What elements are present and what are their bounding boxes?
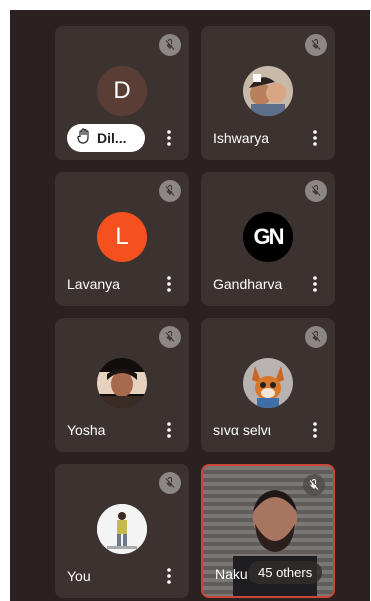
participant-tile[interactable]: sıvα selvι (201, 318, 335, 452)
participant-tile-self[interactable]: You (55, 464, 189, 598)
mic-off-icon (159, 472, 181, 494)
participant-name: You (67, 568, 91, 584)
meeting-screen: D Dil... Ishwarya L Lavanya GN Gandharva… (10, 10, 370, 601)
participant-name: Lavanya (67, 276, 120, 292)
participant-grid: D Dil... Ishwarya L Lavanya GN Gandharva… (55, 26, 335, 598)
mic-off-icon (303, 474, 325, 496)
participant-name: Dil... (97, 130, 127, 146)
more-vert-icon[interactable] (161, 420, 177, 440)
mic-off-icon (159, 34, 181, 56)
mic-off-icon (305, 34, 327, 56)
participant-tile[interactable]: GN Gandharva (201, 172, 335, 306)
avatar: L (97, 212, 147, 262)
avatar-photo (97, 358, 147, 408)
participant-name: Yosha (67, 422, 106, 438)
raised-hand-icon (77, 127, 91, 149)
participant-name: Naku (215, 566, 248, 582)
participant-tile[interactable]: Yosha (55, 318, 189, 452)
mic-off-icon (305, 326, 327, 348)
participant-name: Ishwarya (213, 130, 270, 146)
mic-off-icon (159, 180, 181, 202)
more-vert-icon[interactable] (161, 274, 177, 294)
more-vert-icon[interactable] (307, 128, 323, 148)
raised-hand-badge: Dil... (67, 124, 145, 152)
avatar-photo (97, 504, 147, 554)
participant-tile[interactable]: Ishwarya (201, 26, 335, 160)
more-vert-icon[interactable] (161, 128, 177, 148)
avatar-initial: L (115, 223, 129, 250)
participant-name: Gandharva (213, 276, 283, 292)
avatar-initial: D (113, 77, 131, 104)
participant-tile[interactable]: L Lavanya (55, 172, 189, 306)
participant-video-tile[interactable]: Naku 45 others (201, 464, 335, 598)
participant-tile[interactable]: D Dil... (55, 26, 189, 160)
more-vert-icon[interactable] (161, 566, 177, 586)
mic-off-icon (159, 326, 181, 348)
avatar: D (97, 66, 147, 116)
participant-name: sıvα selvι (213, 422, 271, 438)
mic-off-icon (305, 180, 327, 202)
more-vert-icon[interactable] (307, 274, 323, 294)
avatar-logo: GN (243, 212, 293, 262)
avatar-photo (243, 66, 293, 116)
avatar-photo (243, 358, 293, 408)
avatar-initial: GN (253, 224, 285, 249)
more-vert-icon[interactable] (307, 420, 323, 440)
others-count-badge[interactable]: 45 others (248, 561, 323, 584)
